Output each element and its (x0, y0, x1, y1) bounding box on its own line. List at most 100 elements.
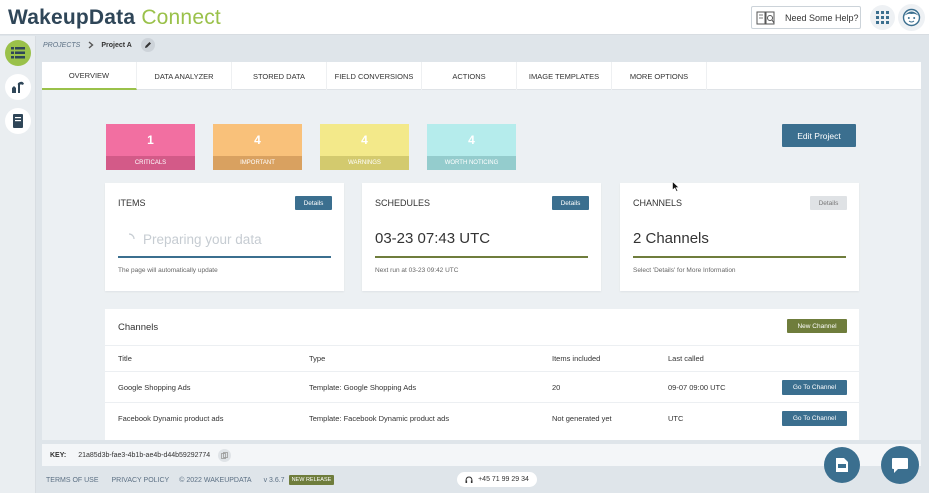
breadcrumb-projects-link[interactable]: PROJECTS (43, 42, 80, 49)
logo-text-main: WakeupData (8, 6, 136, 29)
help-book-icon (756, 11, 775, 24)
go-to-channel-button[interactable]: Go To Channel (782, 380, 847, 395)
items-card-title: ITEMS (118, 198, 146, 208)
column-header: Last called (668, 353, 704, 363)
column-header: Type (309, 353, 326, 363)
breadcrumb-current: Project A (101, 41, 132, 49)
api-key-bar: KEY: 21a85d3b-fae3-4b1b-ae4b-d44b5929277… (42, 444, 921, 466)
tab-image-templates[interactable]: IMAGE TEMPLATES (517, 62, 612, 90)
channels-heading: Channels (118, 322, 159, 333)
channel-items: 20 (552, 382, 561, 392)
stat-label: WARNINGS (320, 156, 409, 170)
items-underline (118, 256, 331, 258)
document-icon (836, 458, 848, 472)
chat-fab[interactable] (881, 446, 919, 484)
tab-overview[interactable]: OVERVIEW (42, 62, 137, 90)
phone-number: +45 71 99 29 34 (478, 476, 529, 483)
channels-underline (633, 256, 846, 258)
stat-label: CRITICALS (106, 156, 195, 170)
support-phone[interactable]: +45 71 99 29 34 (457, 472, 537, 487)
stat-count: 4 (213, 124, 302, 156)
app-logo[interactable]: WakeupData Connect (8, 6, 221, 30)
channel-title: Google Shopping Ads (118, 382, 191, 392)
chat-bubble-icon (892, 457, 908, 473)
book-icon (13, 114, 23, 128)
channel-type: Template: Facebook Dynamic product ads (309, 413, 450, 423)
stat-count: 1 (106, 124, 195, 156)
mouse-cursor-icon (672, 181, 680, 192)
rename-project-button[interactable] (140, 38, 155, 52)
need-help-label: Need Some Help? (785, 12, 859, 23)
schedules-card-note: Next run at 03-23 09:42 UTC (375, 267, 459, 274)
logo-text-connect: Connect (141, 6, 221, 29)
tab-stored-data[interactable]: STORED DATA (232, 62, 327, 90)
stat-label: IMPORTANT (213, 156, 302, 170)
channels-details-button[interactable]: Details (810, 196, 847, 210)
tab-field-conversions[interactable]: FIELD CONVERSIONS (327, 62, 422, 90)
user-face-icon (902, 8, 921, 27)
table-row: Facebook Dynamic product ads Template: F… (105, 402, 859, 433)
channels-card-note: Select 'Details' for More Information (633, 267, 736, 274)
schedules-details-button[interactable]: Details (552, 196, 589, 210)
pencil-icon (144, 42, 151, 48)
tab-data-analyzer[interactable]: DATA ANALYZER (137, 62, 232, 90)
privacy-link[interactable]: PRIVACY POLICY (112, 477, 170, 484)
tab-bar: OVERVIEW DATA ANALYZER STORED DATA FIELD… (42, 62, 921, 90)
key-label: KEY: (50, 451, 67, 459)
go-to-channel-button[interactable]: Go To Channel (782, 411, 847, 426)
footer: TERMS OF USE PRIVACY POLICY © 2022 WAKEU… (36, 467, 929, 493)
items-card: ITEMS Details Preparing your data The pa… (105, 183, 344, 291)
documentation-fab[interactable] (824, 447, 860, 483)
tab-more-options[interactable]: MORE OPTIONS (612, 62, 707, 90)
headset-icon (465, 475, 473, 483)
stat-count: 4 (320, 124, 409, 156)
version: v 3.6.7 (263, 476, 285, 484)
copy-key-button[interactable] (218, 448, 232, 462)
breadcrumb: PROJECTS Project A (43, 38, 155, 52)
channel-title: Facebook Dynamic product ads (118, 413, 224, 423)
stat-label: WORTH NOTICING (427, 156, 516, 170)
channels-card-value: 2 Channels (633, 230, 709, 247)
edit-project-button[interactable]: Edit Project (782, 124, 856, 147)
list-icon (11, 47, 25, 59)
top-bar: WakeupData Connect Need Some Help? (0, 0, 929, 35)
items-card-note: The page will automatically update (118, 267, 218, 274)
left-rail (0, 36, 36, 493)
apps-grid-button[interactable] (870, 5, 895, 30)
user-avatar[interactable] (898, 4, 925, 31)
key-value[interactable]: 21a85d3b-fae3-4b1b-ae4b-d44b59292774 (78, 452, 210, 459)
channels-card-title: CHANNELS (633, 198, 683, 208)
stat-warnings[interactable]: 4 WARNINGS (320, 124, 409, 170)
column-header: Items included (552, 353, 601, 363)
terms-link[interactable]: TERMS OF USE (46, 477, 99, 484)
copyright: © 2022 WAKEUPDATA (179, 476, 252, 484)
main-panel: OVERVIEW DATA ANALYZER STORED DATA FIELD… (42, 62, 921, 440)
channel-type: Template: Google Shopping Ads (309, 382, 417, 392)
rail-tools-button[interactable] (5, 74, 31, 100)
grid-icon (876, 11, 889, 24)
chevron-right-icon (88, 41, 94, 49)
stat-important[interactable]: 4 IMPORTANT (213, 124, 302, 170)
need-help-button[interactable]: Need Some Help? (751, 6, 861, 29)
schedules-underline (375, 256, 588, 258)
table-header: Title Type Items included Last called (105, 345, 859, 370)
channels-table: Channels New Channel Title Type Items in… (105, 309, 859, 440)
tab-actions[interactable]: ACTIONS (422, 62, 517, 90)
channel-items: Not generated yet (552, 413, 612, 423)
channel-last-called: UTC (668, 413, 684, 423)
rail-docs-button[interactable] (5, 108, 31, 134)
channel-last-called: 09-07 09:00 UTC (668, 382, 726, 392)
stat-worth-noticing[interactable]: 4 WORTH NOTICING (427, 124, 516, 170)
table-row: Google Shopping Ads Template: Google Sho… (105, 371, 859, 402)
items-details-button[interactable]: Details (295, 196, 332, 210)
column-header: Title (118, 353, 132, 363)
schedules-card-title: SCHEDULES (375, 198, 431, 208)
new-release-badge[interactable]: NEW RELEASE (288, 475, 335, 485)
rail-projects-button[interactable] (5, 40, 31, 66)
stat-criticals[interactable]: 1 CRITICALS (106, 124, 195, 170)
schedules-card-value: 03-23 07:43 UTC (375, 230, 491, 247)
schedules-card: SCHEDULES Details 03-23 07:43 UTC Next r… (362, 183, 601, 291)
loading-spinner-icon (128, 233, 135, 240)
copy-icon (221, 451, 229, 459)
new-channel-button[interactable]: New Channel (787, 319, 847, 333)
